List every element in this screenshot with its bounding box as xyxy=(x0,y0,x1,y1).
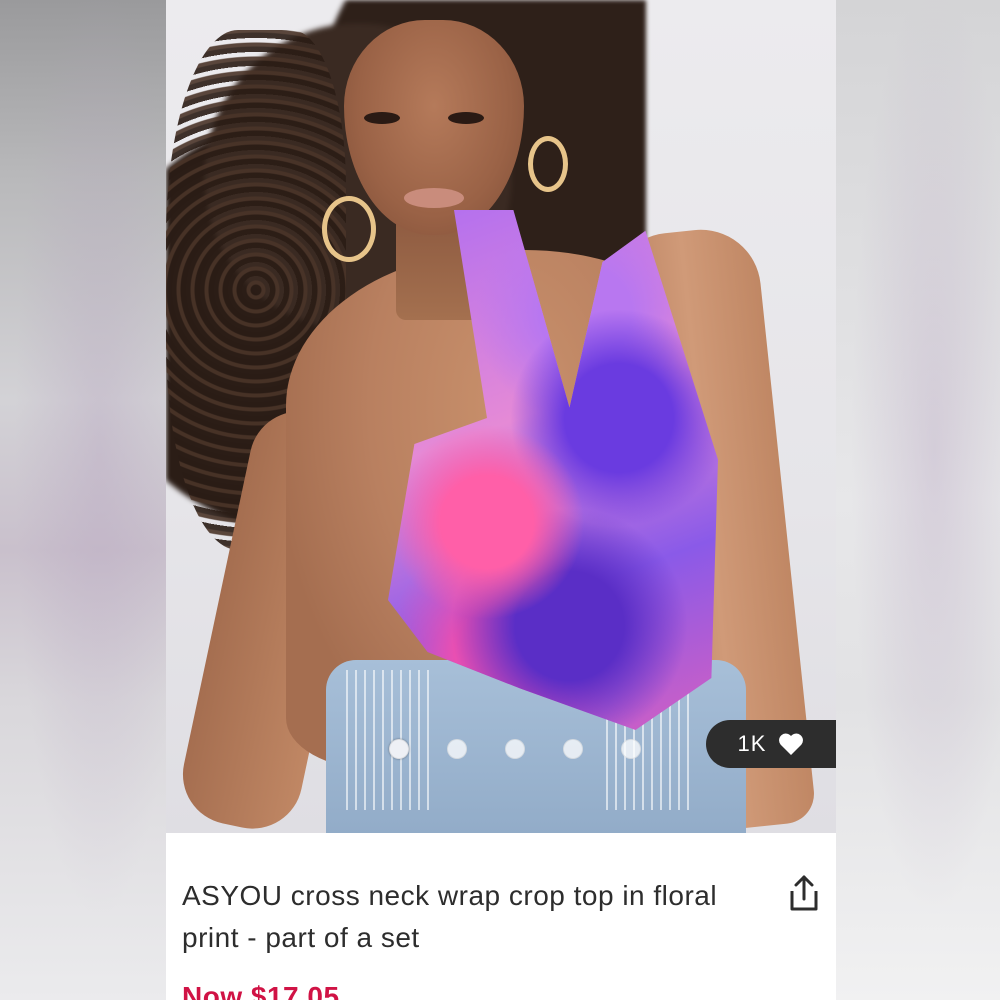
product-title: ASYOU cross neck wrap crop top in floral… xyxy=(182,880,718,953)
earring xyxy=(322,196,376,262)
blurred-background-left xyxy=(0,0,166,1000)
like-button[interactable]: 1K xyxy=(706,720,836,768)
share-icon[interactable] xyxy=(786,873,822,913)
carousel-dot[interactable] xyxy=(389,739,409,759)
product-card: 1K ASYOU cross neck wrap crop top in flo… xyxy=(166,0,836,1000)
model-eye xyxy=(448,112,484,124)
product-details: ASYOU cross neck wrap crop top in floral… xyxy=(166,833,836,1000)
like-count: 1K xyxy=(737,731,767,756)
blurred-background-right xyxy=(836,0,1000,1000)
model-lips xyxy=(404,188,464,208)
model-eye xyxy=(364,112,400,124)
product-photo[interactable]: 1K xyxy=(166,0,836,833)
carousel-dot[interactable] xyxy=(447,739,467,759)
product-price: Now $17.05 xyxy=(182,981,340,1000)
carousel-dot[interactable] xyxy=(505,739,525,759)
earring xyxy=(528,136,568,192)
carousel-dot[interactable] xyxy=(621,739,641,759)
carousel-dot[interactable] xyxy=(563,739,583,759)
heart-icon xyxy=(779,733,804,755)
